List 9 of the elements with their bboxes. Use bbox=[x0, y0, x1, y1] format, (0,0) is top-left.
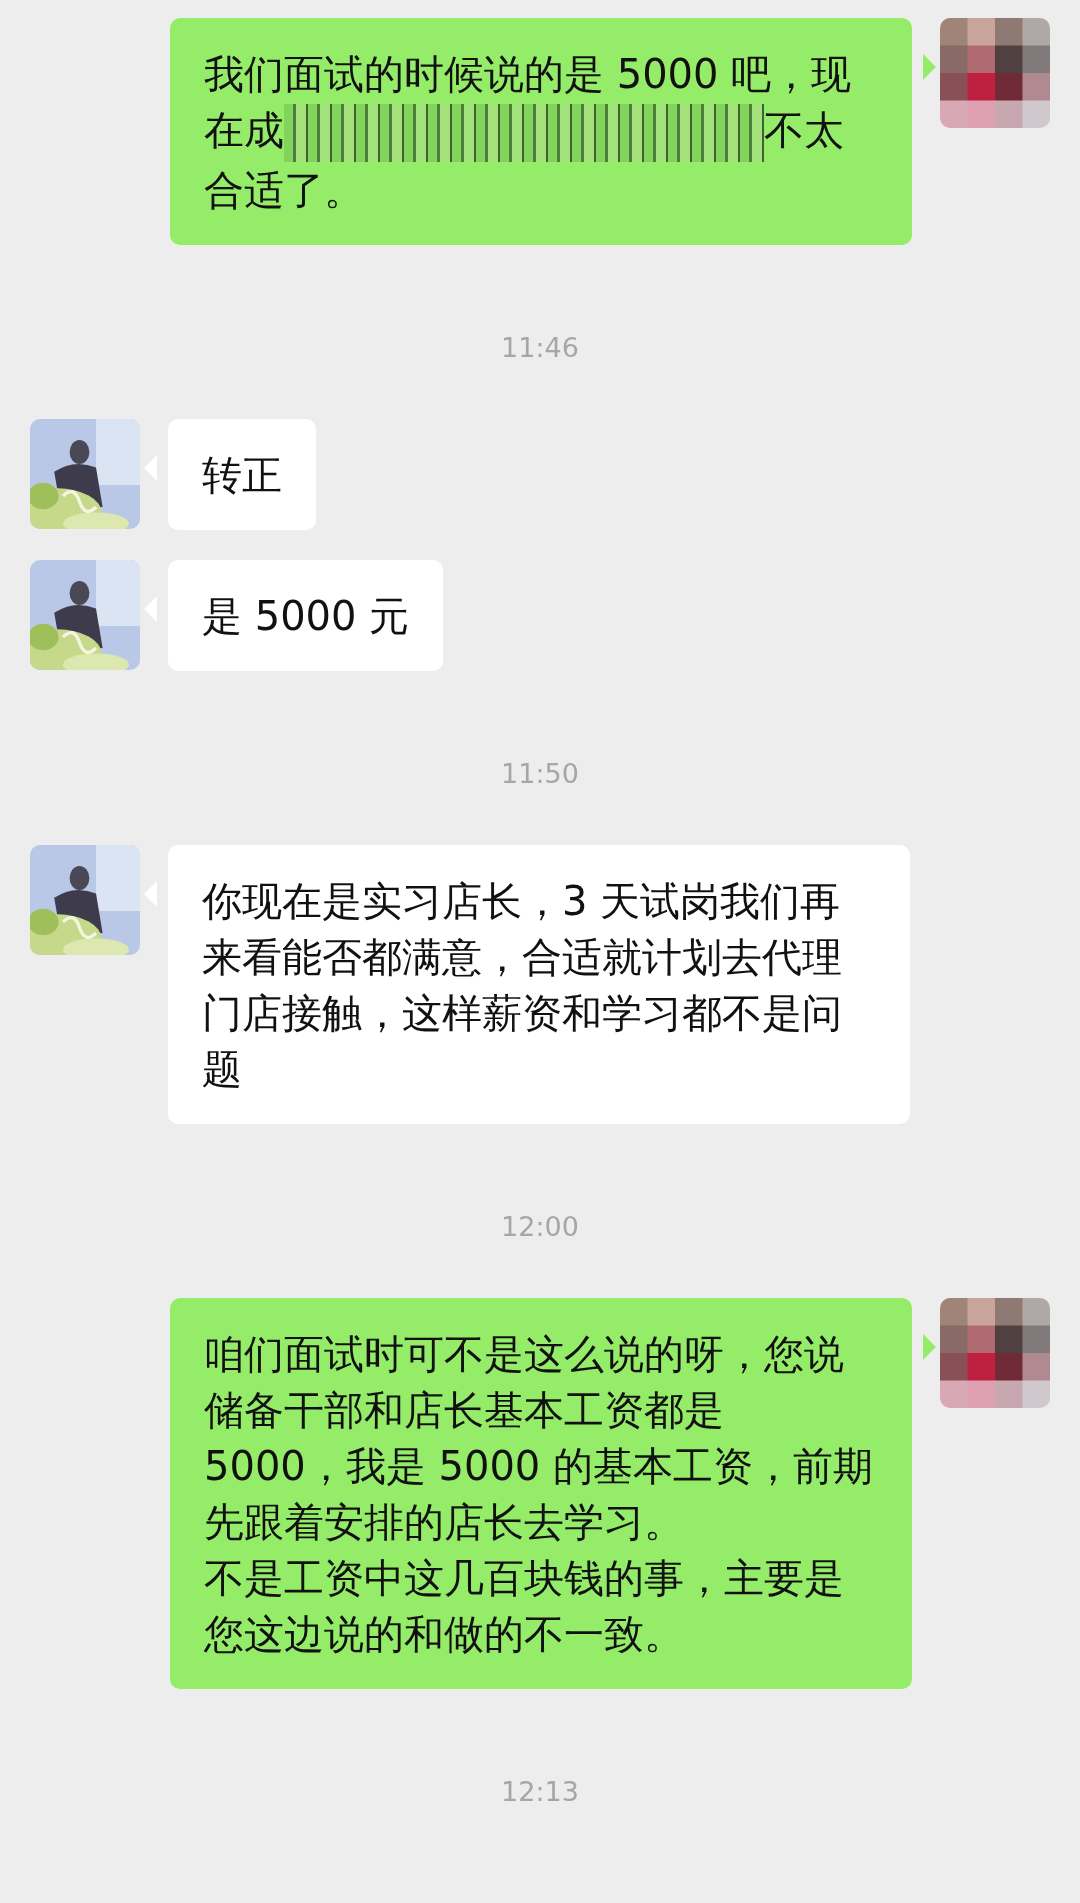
message-bubble: 我们面试的时候说的是 5000 吧，现在成 不太合适了。 bbox=[170, 18, 912, 245]
message-bubble: 是 5000 元 bbox=[168, 560, 444, 671]
message-bubble: 你现在是实习店长，3 天试岗我们再来看能否都满意，合适就计划去代理门店接触，这样薪资和学习都不是问题 bbox=[168, 845, 910, 1124]
timestamp: 11:50 bbox=[501, 757, 579, 791]
message-bubble: 转正 bbox=[168, 419, 316, 530]
timestamp: 11:46 bbox=[501, 331, 579, 365]
timestamp: 12:00 bbox=[501, 1210, 579, 1244]
timestamp: 12:13 bbox=[501, 1775, 579, 1809]
message-bubble: 咱们面试时可不是这么说的呀，您说储备干部和店长基本工资都是 5000，我是 5000 的基本工资，前期先跟着安排的店长去学习。 不是工资中这几百块钱的事，主要是您这边说的和做的不一致。 bbox=[170, 1298, 912, 1689]
